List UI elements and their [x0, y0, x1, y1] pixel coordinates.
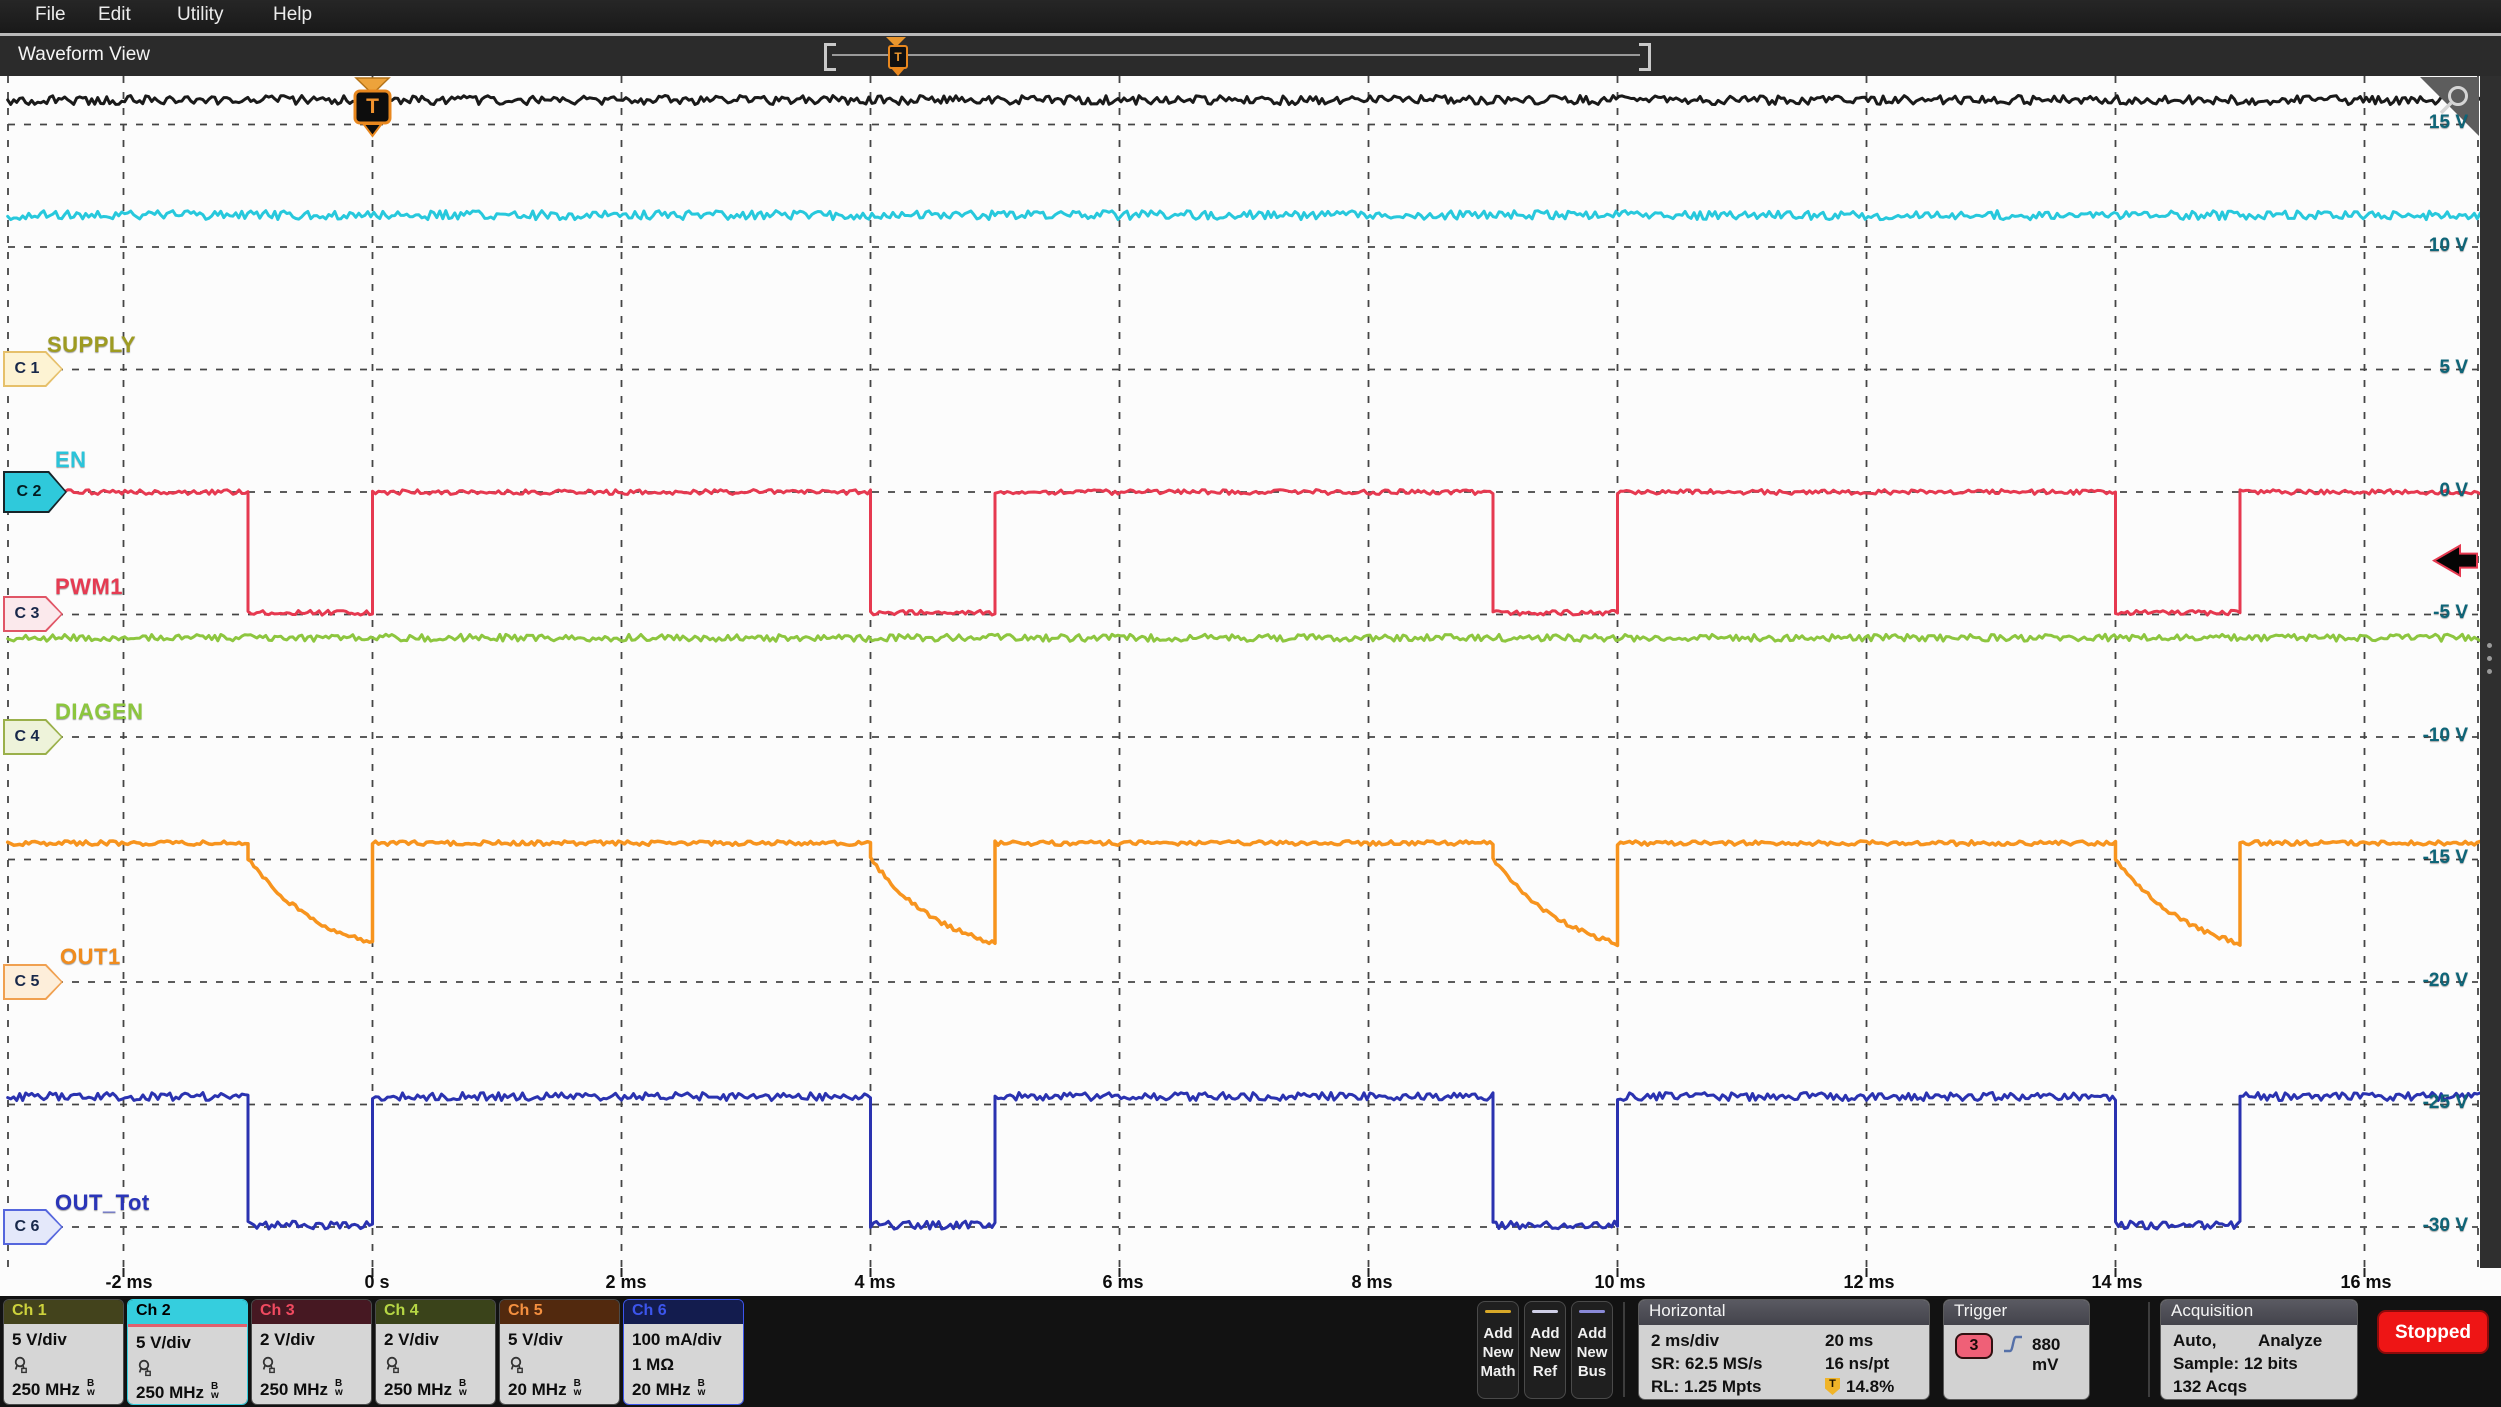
menu-help[interactable]: Help [265, 4, 320, 26]
v-axis-label: 15 V [2378, 112, 2468, 134]
horizontal-record-length: RL: 1.25 Mpts [1651, 1377, 1762, 1397]
graticule-background [0, 76, 2501, 1296]
t-axis-label: 6 ms [1078, 1272, 1168, 1293]
channel-badge-ch6[interactable]: Ch 6 100 mA/div 1 MΩ 20 MHzBw [623, 1299, 744, 1405]
record-trigger-pin-tail [891, 68, 905, 76]
t-axis-label: 0 s [332, 1272, 422, 1293]
rising-edge-icon [2002, 1334, 2024, 1354]
v-axis-label: -20 V [2378, 970, 2468, 992]
channel-marker-c4[interactable]: C 4 [3, 719, 63, 755]
acquisition-sample: Sample: 12 bits [2173, 1354, 2298, 1374]
channel-marker-c5[interactable]: C 5 [3, 964, 63, 1000]
v-axis-label: 10 V [2378, 235, 2468, 257]
channel-label-out-tot: OUT_Tot [55, 1190, 150, 1216]
v-axis-label: -5 V [2378, 602, 2468, 624]
horizontal-sample-rate: SR: 62.5 MS/s [1651, 1354, 1763, 1374]
add-new-math-button[interactable]: AddNewMath [1477, 1301, 1519, 1399]
v-axis-label: -10 V [2378, 725, 2468, 747]
acquisition-panel-title: Acquisition [2161, 1300, 2357, 1325]
tab-bar [0, 36, 2501, 77]
t-axis-label: 14 ms [2072, 1272, 2162, 1293]
trigger-level: 880 mV [2032, 1335, 2089, 1375]
v-axis-label: -15 V [2378, 847, 2468, 869]
t-axis-label: 2 ms [581, 1272, 671, 1293]
handle-dot-icon [2487, 656, 2492, 661]
v-axis-label: 0 V [2378, 480, 2468, 502]
v-axis-label: 5 V [2378, 357, 2468, 379]
t-axis-label: -2 ms [84, 1272, 174, 1293]
channel-label-out1: OUT1 [60, 944, 121, 970]
acquisition-mode: Auto, [2173, 1331, 2216, 1351]
acquisition-count: 132 Acqs [2173, 1377, 2247, 1397]
record-view-bar [832, 54, 1640, 56]
add-new-bus-button[interactable]: AddNewBus [1571, 1301, 1613, 1399]
v-axis-label: -25 V [2378, 1092, 2468, 1114]
t-axis-label: 10 ms [1575, 1272, 1665, 1293]
handle-dot-icon [2487, 669, 2492, 674]
math-accent [1485, 1310, 1511, 1313]
channel-marker-c1[interactable]: C 1 [3, 351, 63, 387]
record-view-left-bracket [824, 43, 836, 71]
channel-badge-ch2[interactable]: Ch 2 5 V/div 250 MHzBw [127, 1299, 248, 1405]
menu-utility[interactable]: Utility [169, 4, 231, 26]
menu-bar: File Edit Utility Help [0, 0, 2501, 33]
trigger-position-flag[interactable]: T [355, 92, 390, 122]
trigger-flag-icon: T [1825, 1378, 1840, 1395]
footer-divider [2148, 1302, 2150, 1397]
t-axis-label: 16 ms [2321, 1272, 2411, 1293]
horizontal-resolution: 16 ns/pt [1825, 1354, 1889, 1374]
probe-icon [12, 1356, 28, 1374]
channel-badge-ch4[interactable]: Ch 4 2 V/div 250 MHzBw [375, 1299, 496, 1405]
trigger-panel-title: Trigger [1944, 1300, 2089, 1325]
record-view-right-bracket [1639, 43, 1651, 71]
run-stop-status-button[interactable]: Stopped [2377, 1310, 2489, 1354]
channel-label-en: EN [55, 447, 87, 473]
horizontal-panel[interactable]: Horizontal 2 ms/div 20 ms SR: 62.5 MS/s … [1638, 1299, 1930, 1400]
channel-label-pwm1: PWM1 [55, 574, 123, 600]
record-trigger-pin[interactable]: T [888, 45, 908, 69]
channel-label-diagen: DIAGEN [55, 699, 144, 725]
acquisition-secondary: Analyze [2258, 1331, 2322, 1351]
horizontal-scale: 2 ms/div [1651, 1331, 1719, 1351]
horizontal-window: 20 ms [1825, 1331, 1873, 1351]
channel-marker-c2[interactable]: C 2 [3, 471, 67, 513]
menu-file[interactable]: File [27, 4, 74, 26]
horizontal-trigger-position: 14.8% [1846, 1377, 1894, 1397]
ref-accent [1532, 1310, 1558, 1313]
v-axis-label: -30 V [2378, 1215, 2468, 1237]
footer-divider [1623, 1302, 1625, 1397]
horizontal-panel-title: Horizontal [1639, 1300, 1929, 1325]
add-new-ref-button[interactable]: AddNewRef [1524, 1301, 1566, 1399]
probe-icon [260, 1356, 276, 1374]
acquisition-panel[interactable]: Acquisition Auto, Analyze Sample: 12 bit… [2160, 1299, 2358, 1400]
channel-badge-ch5[interactable]: Ch 5 5 V/div 20 MHzBw [499, 1299, 620, 1405]
bus-accent [1579, 1310, 1605, 1313]
probe-icon [508, 1356, 524, 1374]
menu-edit[interactable]: Edit [90, 4, 139, 26]
tab-waveform-view[interactable]: Waveform View [18, 44, 150, 66]
trigger-panel[interactable]: Trigger 3 880 mV [1943, 1299, 2090, 1400]
t-axis-label: 4 ms [830, 1272, 920, 1293]
channel-badge-ch3[interactable]: Ch 3 2 V/div 250 MHzBw [251, 1299, 372, 1405]
probe-icon [136, 1359, 152, 1377]
oscilloscope-app: File Edit Utility Help Waveform View T 1… [0, 0, 2501, 1407]
t-axis-label: 8 ms [1327, 1272, 1417, 1293]
handle-dot-icon [2487, 643, 2492, 648]
probe-icon [384, 1356, 400, 1374]
channel-marker-c3[interactable]: C 3 [3, 596, 63, 632]
channel-badge-ch1[interactable]: Ch 1 5 V/div 250 MHzBw [3, 1299, 124, 1405]
t-axis-label: 12 ms [1824, 1272, 1914, 1293]
channel-marker-c6[interactable]: C 6 [3, 1209, 63, 1245]
trigger-source-badge: 3 [1955, 1333, 1993, 1359]
